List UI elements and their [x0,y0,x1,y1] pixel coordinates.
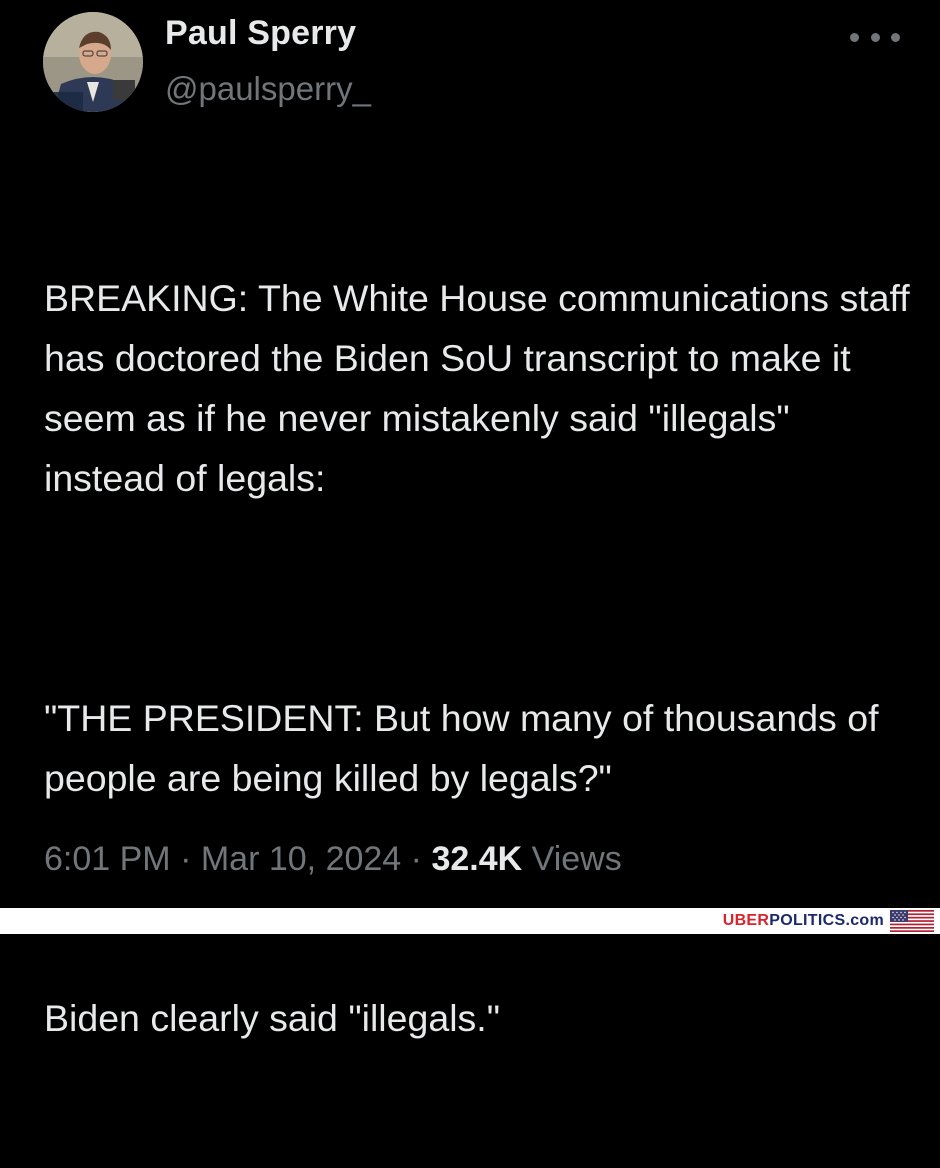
tweet-date[interactable]: Mar 10, 2024 [201,840,401,878]
dot [850,32,859,42]
author-display-name[interactable]: Paul Sperry [165,14,356,53]
logo-uber: UBER [722,912,770,929]
tweet-card: Paul Sperry @paulsperry_ BREAKING: The W… [0,0,940,1039]
us-flag-icon [890,910,934,932]
tweet-meta: 6:01 PM · Mar 10, 2024 · 32.4K Views [44,840,622,879]
tweet-time[interactable]: 6:01 PM [44,840,171,878]
author-handle[interactable]: @paulsperry_ [165,70,371,108]
avatar-photo [43,12,143,112]
meta-separator: · [410,840,422,878]
meta-separator: · [180,840,192,878]
dot [870,32,880,42]
more-options-icon[interactable] [850,22,900,52]
tweet-paragraph: BREAKING: The White House communications… [44,277,921,499]
views-label: Views [531,840,622,878]
tweet-text: BREAKING: The White House communications… [44,148,914,1168]
avatar[interactable] [43,12,143,112]
site-logo: UBERPOLITICS.com [723,912,884,930]
views-count[interactable]: 32.4K [431,840,522,878]
tweet-paragraph: Biden clearly said "illegals." [44,997,501,1039]
watermark-footer: UBERPOLITICS.com [0,908,940,934]
logo-politics: POLITICS.com [769,912,884,929]
tweet-paragraph: "THE PRESIDENT: But how many of thousand… [44,697,889,799]
dot [891,32,900,42]
